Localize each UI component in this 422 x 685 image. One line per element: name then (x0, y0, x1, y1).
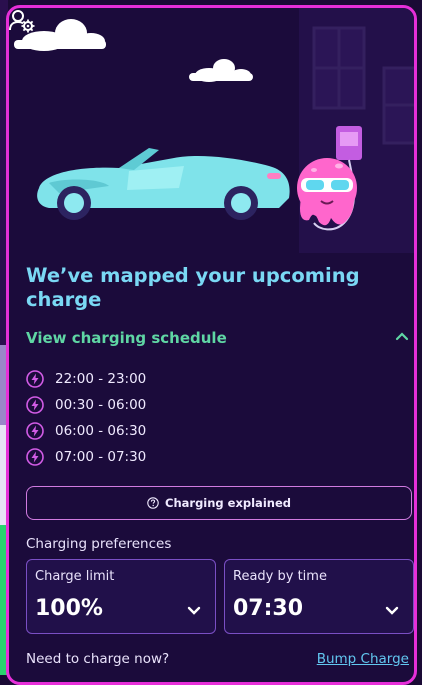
page-title: We’ve mapped your upcoming charge (26, 264, 360, 311)
charge-limit-value: 100% (35, 596, 103, 621)
schedule-slot: 07:00 - 07:30 (26, 446, 226, 472)
hero-scene (14, 8, 414, 253)
account-settings-icon[interactable] (9, 8, 35, 34)
charging-preferences-heading: Charging preferences (26, 536, 172, 552)
hero-illustration (9, 8, 414, 253)
charge-limit-label: Charge limit (35, 569, 115, 584)
cloud-illustration (189, 59, 253, 82)
schedule-slot: 22:00 - 23:00 (26, 368, 226, 394)
bump-charge-link[interactable]: Bump Charge (317, 651, 409, 667)
octopus-mascot-illustration (297, 158, 357, 226)
chevron-down-icon (385, 606, 399, 615)
charge-limit-select[interactable]: Charge limit 100% (26, 559, 216, 634)
ready-by-time-select[interactable]: Ready by time 07:30 (224, 559, 414, 634)
schedule-slot-time: 00:30 - 06:00 (55, 397, 147, 413)
ready-by-time-value: 07:30 (233, 596, 304, 621)
view-schedule-toggle[interactable]: View charging schedule (26, 326, 411, 352)
view-schedule-label: View charging schedule (26, 329, 227, 347)
charging-schedule-list: 22:00 - 23:00 00:30 - 06:00 06:00 - 06:3… (26, 368, 226, 472)
lightning-bolt-icon (26, 448, 44, 466)
ready-by-time-label: Ready by time (233, 569, 327, 584)
lightning-bolt-icon (26, 396, 44, 414)
question-circle-icon (147, 497, 159, 509)
schedule-slot: 00:30 - 06:00 (26, 394, 226, 420)
charge-now-prompt: Need to charge now? (26, 651, 170, 667)
charge-card: We’ve mapped your upcoming charge View c… (6, 5, 417, 685)
schedule-slot-time: 06:00 - 06:30 (55, 423, 147, 439)
schedule-slot-time: 22:00 - 23:00 (55, 371, 147, 387)
car-illustration (37, 148, 290, 220)
schedule-slot: 06:00 - 06:30 (26, 420, 226, 446)
charging-explained-label: Charging explained (165, 496, 291, 510)
lightning-bolt-icon (26, 370, 44, 388)
schedule-slot-time: 07:00 - 07:30 (55, 449, 147, 465)
lightning-bolt-icon (26, 422, 44, 440)
chevron-up-icon (395, 332, 409, 341)
chevron-down-icon (187, 606, 201, 615)
charging-explained-button[interactable]: Charging explained (26, 486, 412, 520)
